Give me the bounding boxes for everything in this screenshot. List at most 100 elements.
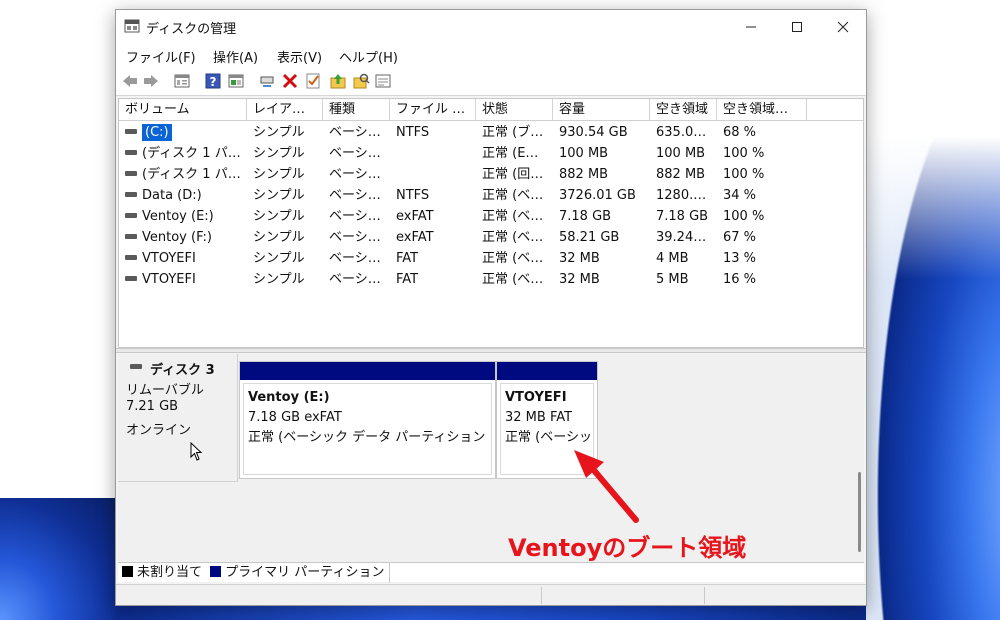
title-bar[interactable]: ディスクの管理 (116, 10, 866, 42)
cell-capacity: 3726.01 GB (559, 188, 636, 203)
table-row[interactable]: Ventoy (E:) シンプル ベーシ… exFAT 正常 (ベ… 7.18 GB 7.1… (119, 206, 863, 227)
primary-swatch (210, 566, 222, 577)
check-icon[interactable] (304, 72, 322, 90)
disk-3-label[interactable]: ディスク 3 リムーバブル 7.21 GB オンライン (118, 354, 238, 482)
pane-splitter[interactable] (116, 348, 866, 353)
cell-capacity: 882 MB (559, 167, 609, 182)
partition-name: Ventoy (E:) (248, 390, 330, 405)
cell-capacity: 7.18 GB (559, 209, 612, 224)
cell-status: 正常 (回… (482, 167, 544, 182)
partition-name: VTOYEFI (505, 390, 567, 405)
cell-capacity: 32 MB (559, 272, 600, 287)
search-folder-icon[interactable] (352, 72, 370, 90)
cell-layout: シンプル (253, 146, 305, 161)
window-title: ディスクの管理 (146, 22, 237, 37)
cell-status: 正常 (ブ… (482, 125, 544, 140)
partition-ventoy-e[interactable]: Ventoy (E:) 7.18 GB exFAT 正常 (ベーシック データ … (239, 361, 496, 479)
menu-action[interactable]: 操作(A) (213, 47, 258, 66)
cell-filesystem: FAT (396, 251, 419, 266)
volume-icon (125, 234, 137, 239)
column-capacity[interactable]: 容量 (553, 99, 650, 121)
cell-type: ベーシ… (329, 188, 381, 203)
partition-bar (240, 362, 495, 380)
cell-type: ベーシ… (329, 125, 381, 140)
partition-size: 7.18 GB exFAT (248, 410, 342, 425)
column-volume[interactable]: ボリューム (119, 99, 247, 121)
cell-layout: シンプル (253, 272, 305, 287)
maximize-button[interactable] (774, 10, 820, 42)
volume-name: (C:) (142, 124, 172, 141)
cell-free-percent: 16 % (723, 272, 757, 287)
disk-name: ディスク 3 (150, 363, 215, 378)
column-free-percent[interactable]: 空き領域… (717, 99, 807, 121)
desktop-wallpaper-left (0, 498, 116, 620)
table-row[interactable]: (ディスク 1 パ… シンプル ベーシ… 正常 (回… 882 MB 882 MB 100 … (119, 164, 863, 185)
menu-file[interactable]: ファイル(F) (126, 47, 196, 66)
cell-layout: シンプル (253, 167, 305, 182)
cell-layout: シンプル (253, 209, 305, 224)
column-filesystem[interactable]: ファイル … (390, 99, 476, 121)
cell-filesystem: exFAT (396, 209, 434, 224)
volume-name: Ventoy (F:) (142, 230, 212, 245)
toolbar: ? (116, 68, 866, 96)
view-icon[interactable] (227, 72, 245, 90)
cell-layout: シンプル (253, 251, 305, 266)
back-icon[interactable] (121, 72, 139, 90)
cell-capacity: 930.54 GB (559, 125, 628, 140)
table-row[interactable]: Data (D:) シンプル ベーシ… NTFS 正常 (ベ… 3726.01 GB 128… (119, 185, 863, 206)
folder-up-icon[interactable] (329, 72, 347, 90)
column-status[interactable]: 状態 (476, 99, 553, 121)
column-layout[interactable]: レイア… (247, 99, 323, 121)
menu-view[interactable]: 表示(V) (277, 47, 322, 66)
cell-free-percent: 34 % (723, 188, 757, 203)
volume-icon (125, 150, 137, 155)
delete-icon[interactable] (281, 72, 299, 90)
volume-name: (ディスク 1 パ… (142, 167, 241, 182)
cell-layout: シンプル (253, 230, 305, 245)
cell-volume: (ディスク 1 パ… (119, 143, 247, 164)
volume-icon (125, 171, 137, 176)
disk-size: 7.21 GB (126, 399, 179, 414)
volume-icon (125, 213, 137, 218)
cell-free-percent: 13 % (723, 251, 757, 266)
cell-free-space: 635.0… (656, 125, 707, 140)
cell-free-space: 39.24… (656, 230, 707, 245)
cell-free-space: 1280.… (656, 188, 707, 203)
cell-free-percent: 68 % (723, 125, 757, 140)
cell-capacity: 58.21 GB (559, 230, 620, 245)
partition-size: 32 MB FAT (505, 410, 573, 425)
cell-capacity: 100 MB (559, 146, 609, 161)
cell-volume: (ディスク 1 パ… (119, 164, 247, 185)
cell-type: ベーシ… (329, 209, 381, 224)
cell-layout: シンプル (253, 125, 305, 140)
cell-filesystem: FAT (396, 272, 419, 287)
table-row[interactable]: (C:) シンプル ベーシ… NTFS 正常 (ブ… 930.54 GB 635.0… 68 … (119, 122, 863, 143)
status-bar (116, 584, 866, 605)
column-free-space[interactable]: 空き領域 (650, 99, 717, 121)
table-row[interactable]: VTOYEFI シンプル ベーシ… FAT 正常 (ベ… 32 MB 4 MB 13 % (119, 248, 863, 269)
legend-primary: プライマリ パーティション (225, 565, 385, 580)
svg-text:?: ? (210, 75, 217, 89)
cell-free-space: 5 MB (656, 272, 689, 287)
column-type[interactable]: 種類 (323, 99, 390, 121)
cell-status: 正常 (E… (482, 146, 539, 161)
list-icon[interactable] (374, 72, 392, 90)
forward-icon[interactable] (142, 72, 160, 90)
table-row[interactable]: VTOYEFI シンプル ベーシ… FAT 正常 (ベ… 32 MB 5 MB 16 % (119, 269, 863, 290)
table-row[interactable]: (ディスク 1 パ… シンプル ベーシ… 正常 (E… 100 MB 100 MB 100 … (119, 143, 863, 164)
properties-icon[interactable] (173, 72, 191, 90)
minimize-button[interactable] (728, 10, 774, 42)
volume-name: Ventoy (E:) (142, 209, 214, 224)
cell-filesystem (390, 143, 476, 164)
partition-vtoyefi[interactable]: VTOYEFI 32 MB FAT 正常 (ベーシッ (496, 361, 598, 479)
table-row[interactable]: Ventoy (F:) シンプル ベーシ… exFAT 正常 (ベ… 58.21 GB 39… (119, 227, 863, 248)
connect-icon[interactable] (258, 72, 276, 90)
menu-help[interactable]: ヘルプ(H) (339, 47, 398, 66)
close-button[interactable] (820, 10, 866, 42)
help-icon[interactable]: ? (204, 72, 222, 90)
unallocated-swatch (122, 566, 133, 577)
cell-type: ベーシ… (329, 272, 381, 287)
legend-bar: 未割り当て プライマリ パーティション (118, 562, 864, 583)
vertical-scrollbar[interactable] (858, 472, 861, 552)
disk-management-window: ディスクの管理 ファイル(F) 操作(A) 表示(V) ヘルプ(H) ? ボリュ… (115, 9, 867, 606)
